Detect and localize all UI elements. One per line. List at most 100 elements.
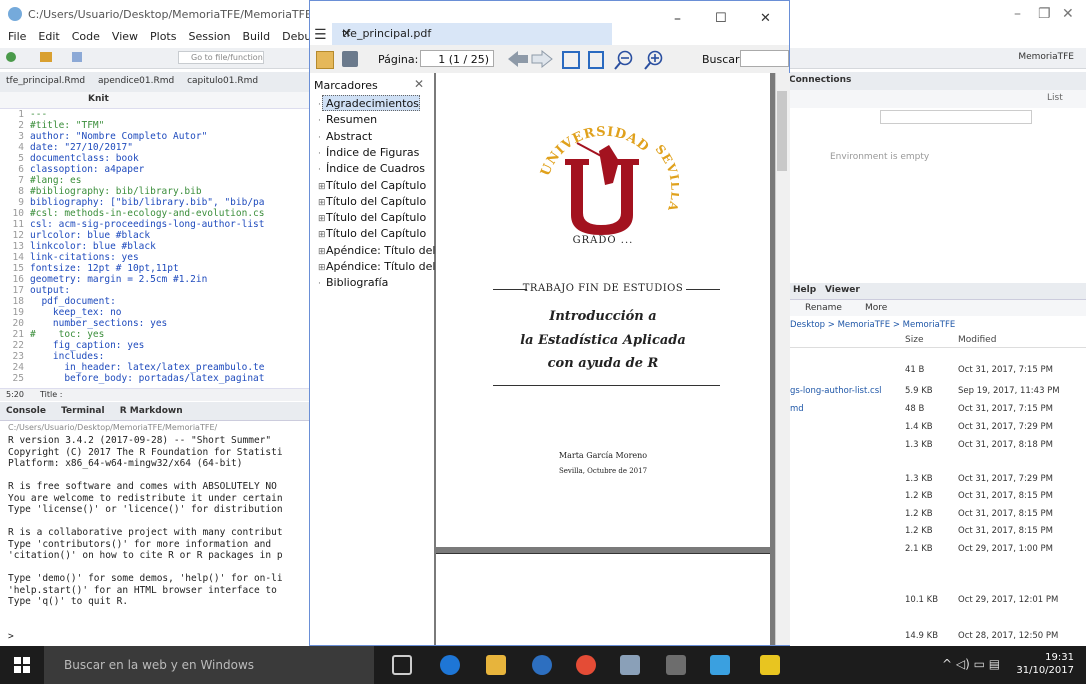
rstudio-minimize-icon[interactable]: – xyxy=(1014,6,1021,22)
file-name[interactable]: md xyxy=(790,404,804,414)
fit-width-icon[interactable] xyxy=(562,51,580,69)
code-line[interactable]: output: xyxy=(30,286,70,296)
taskbar-search-box[interactable]: Buscar en la web y en Windows xyxy=(44,646,374,684)
col-size[interactable]: Size xyxy=(905,335,923,345)
rstudio-maximize-icon[interactable]: ❐ xyxy=(1038,6,1051,22)
code-line[interactable]: before_body: portadas/latex_paginat xyxy=(30,374,264,384)
hamburger-menu-icon[interactable]: ☰ xyxy=(314,27,327,43)
find-input[interactable] xyxy=(740,50,789,67)
code-line[interactable]: classoption: a4paper xyxy=(30,165,144,175)
bookmark-item[interactable]: ⊞Apéndice: Título del xyxy=(318,260,435,273)
expand-icon[interactable]: ⊞ xyxy=(318,263,326,273)
bookmark-item[interactable]: ⊞Título del Capítulo xyxy=(318,179,426,192)
zoom-in-icon[interactable] xyxy=(644,50,664,70)
list-view-toggle[interactable]: List xyxy=(1047,93,1063,103)
code-line[interactable]: csl: acm-sig-proceedings-long-author-lis… xyxy=(30,220,265,230)
code-line[interactable]: link-citations: yes xyxy=(30,253,139,263)
rename-button[interactable]: Rename xyxy=(805,303,842,313)
next-page-icon[interactable] xyxy=(531,49,553,69)
menu-edit[interactable]: Edit xyxy=(38,30,59,43)
pdf-page-1[interactable]: UNIVERSIDAD SEVILLA GRADO ... TRABAJO FI… xyxy=(436,73,770,547)
code-line[interactable]: geometry: margin = 2.5cm #1.2in xyxy=(30,275,207,285)
open-file-icon[interactable] xyxy=(40,52,52,62)
file-row[interactable]: 1.2 KB Oct 31, 2017, 8:15 PM xyxy=(785,526,1086,540)
previous-page-icon[interactable] xyxy=(508,51,528,67)
file-row[interactable]: 1.3 KB Oct 31, 2017, 7:29 PM xyxy=(785,474,1086,488)
zoom-out-icon[interactable] xyxy=(614,50,634,70)
console-output[interactable]: R version 3.4.2 (2017-09-28) -- "Short S… xyxy=(0,436,310,646)
edge-browser-icon[interactable] xyxy=(440,655,460,675)
pdf-scrollbar-thumb[interactable] xyxy=(777,91,787,171)
tab-console[interactable]: Console xyxy=(6,406,46,416)
code-line[interactable]: urlcolor: blue #black xyxy=(30,231,150,241)
save-icon[interactable] xyxy=(72,52,82,62)
bookmark-item[interactable]: · Índice de Cuadros xyxy=(318,162,425,175)
code-line[interactable]: linkcolor: blue #black xyxy=(30,242,156,252)
tab-capitulo01[interactable]: capitulo01.Rmd xyxy=(187,76,258,86)
tab-connections[interactable]: Connections xyxy=(789,75,851,85)
menu-plots[interactable]: Plots xyxy=(150,30,176,43)
code-line[interactable]: #csl: methods-in-ecology-and-evolution.c… xyxy=(30,209,265,219)
bookmark-item[interactable]: · Bibliografía xyxy=(318,276,388,289)
expand-icon[interactable]: ⊞ xyxy=(318,214,326,224)
bookmark-item[interactable]: ⊞Título del Capítulo xyxy=(318,195,426,208)
code-line[interactable]: includes: xyxy=(30,352,104,362)
tab-apendice01[interactable]: apendice01.Rmd xyxy=(98,76,174,86)
tab-rmarkdown[interactable]: R Markdown xyxy=(120,406,183,416)
bookmark-item[interactable]: ⊞Título del Capítulo xyxy=(318,227,426,240)
bookmark-item[interactable]: · Agradecimientos xyxy=(318,97,419,110)
code-line[interactable]: --- xyxy=(30,110,47,120)
print-icon[interactable] xyxy=(342,51,358,67)
file-row[interactable]: 14.9 KB Oct 28, 2017, 12:50 PM xyxy=(785,631,1086,645)
code-line[interactable]: bibliography: ["bib/library.bib", "bib/p… xyxy=(30,198,265,208)
more-button[interactable]: More xyxy=(865,303,887,313)
chrome-icon[interactable] xyxy=(576,655,596,675)
expand-icon[interactable]: ⊞ xyxy=(318,247,326,257)
menu-build[interactable]: Build xyxy=(242,30,270,43)
file-row[interactable]: 1.3 KB Oct 31, 2017, 8:18 PM xyxy=(785,440,1086,454)
windows-start-icon[interactable] xyxy=(14,657,30,673)
code-line[interactable]: #bibliography: bib/library.bib xyxy=(30,187,202,197)
bookmark-item[interactable]: ⊞Título del Capítulo xyxy=(318,211,426,224)
pdf-close-icon[interactable]: ✕ xyxy=(760,11,771,26)
outline-selector[interactable]: Title : xyxy=(40,390,62,399)
code-line[interactable]: # toc: yes xyxy=(30,330,104,340)
code-line[interactable]: fontsize: 12pt # 10pt,11pt xyxy=(30,264,179,274)
r-app-icon[interactable] xyxy=(532,655,552,675)
tab-help[interactable]: Help xyxy=(793,285,816,295)
app-icon-5[interactable] xyxy=(620,655,640,675)
close-bookmarks-icon[interactable]: ✕ xyxy=(414,77,424,91)
environment-search-input[interactable] xyxy=(880,110,1032,124)
col-modified[interactable]: Modified xyxy=(958,335,996,345)
menu-file[interactable]: File xyxy=(8,30,26,43)
menu-session[interactable]: Session xyxy=(188,30,230,43)
expand-icon[interactable]: ⊞ xyxy=(318,198,326,208)
code-line[interactable]: #title: "TFM" xyxy=(30,121,104,131)
expand-icon[interactable]: ⊞ xyxy=(318,182,326,192)
open-document-icon[interactable] xyxy=(316,51,334,69)
file-row[interactable]: 1.2 KB Oct 31, 2017, 8:15 PM xyxy=(785,491,1086,505)
system-tray-icons[interactable]: ^ ◁) ▭ ▤ xyxy=(942,657,1000,671)
task-view-icon[interactable] xyxy=(392,655,412,675)
rstudio-close-icon[interactable]: ✕ xyxy=(1062,6,1074,22)
pdf-minimize-icon[interactable]: – xyxy=(674,11,681,27)
file-row[interactable]: 1.2 KB Oct 31, 2017, 8:15 PM xyxy=(785,509,1086,523)
file-explorer-icon[interactable] xyxy=(486,655,506,675)
pdf-viewer-taskbar-icon[interactable] xyxy=(760,655,780,675)
knit-button[interactable]: Knit xyxy=(88,94,109,104)
file-row[interactable]: 2.1 KB Oct 29, 2017, 1:00 PM xyxy=(785,544,1086,558)
file-row[interactable]: 1.4 KB Oct 31, 2017, 7:29 PM xyxy=(785,422,1086,436)
menu-code[interactable]: Code xyxy=(72,30,100,43)
code-line[interactable]: date: "27/10/2017" xyxy=(30,143,133,153)
code-editor[interactable]: 1 --- 2 #title: "TFM" 3 author: "Nombre Compl… xyxy=(0,110,310,397)
close-tab-icon[interactable]: ✕ xyxy=(342,27,602,40)
pdf-page-2[interactable] xyxy=(436,553,770,645)
taskbar-clock[interactable]: 19:31 31/10/2017 xyxy=(1016,651,1074,677)
code-line[interactable]: author: "Nombre Completo Autor" xyxy=(30,132,207,142)
menu-view[interactable]: View xyxy=(112,30,138,43)
bookmark-item[interactable]: · Índice de Figuras xyxy=(318,146,419,159)
file-row[interactable]: 41 B Oct 31, 2017, 7:15 PM xyxy=(785,365,1086,379)
goto-file-input[interactable]: Go to file/function xyxy=(178,51,264,64)
bookmark-item[interactable]: · Abstract xyxy=(318,130,372,143)
project-selector[interactable]: MemoriaTFE xyxy=(1018,52,1074,62)
